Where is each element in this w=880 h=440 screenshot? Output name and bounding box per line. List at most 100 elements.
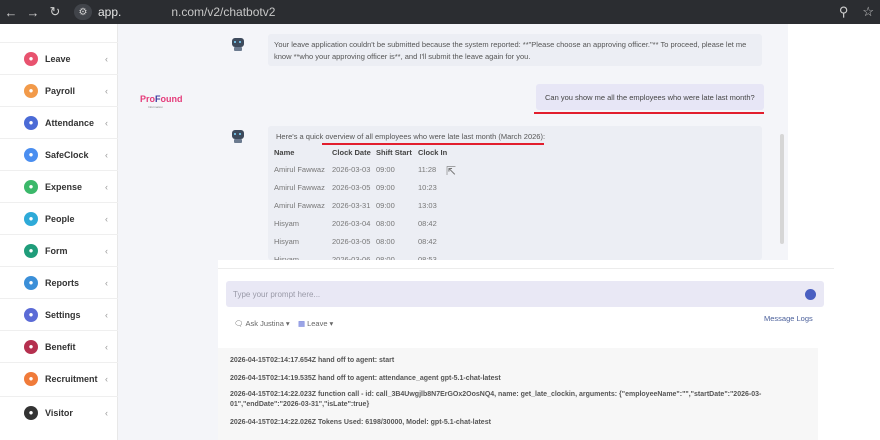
- chevron-left-icon: ‹: [105, 373, 108, 384]
- mouse-cursor-icon: ⇱: [446, 164, 457, 178]
- table-cell: Amirul Fawwaz: [274, 164, 325, 174]
- table-cell: 08:42: [418, 236, 437, 246]
- bookmark-star-icon[interactable]: ☆: [862, 4, 874, 20]
- message-logs-link[interactable]: Message Logs: [764, 314, 813, 323]
- sidebar-item-safeclock[interactable]: ● SafeClock ‹: [0, 138, 118, 170]
- reports-icon: ●: [24, 275, 38, 290]
- table-cell: 13:03: [418, 200, 437, 210]
- chevron-left-icon: ‹: [105, 149, 108, 160]
- leave-icon: ●: [24, 51, 38, 66]
- table-row: Amirul Fawwaz 2026-03-31 09:00 13:03: [274, 196, 458, 214]
- table-cell: Amirul Fawwaz: [274, 182, 325, 192]
- send-button[interactable]: [805, 289, 816, 300]
- table-cell: 2026-03-03: [332, 164, 371, 174]
- table-cell: 2026-03-06: [332, 254, 371, 261]
- chevron-left-icon: ‹: [105, 341, 108, 352]
- scrollbar-thumb[interactable]: [780, 134, 784, 244]
- table-cell: Hisyam: [274, 236, 300, 246]
- sidebar-item-label: People: [45, 213, 75, 224]
- table-cell: 2026-03-04: [332, 218, 371, 228]
- table-cell: 2026-03-05: [332, 236, 371, 246]
- sidebar-item-label: Benefit: [45, 341, 76, 352]
- sidebar-item-leave[interactable]: ● Leave ‹: [0, 42, 118, 74]
- sidebar-item-label: Payroll: [45, 85, 76, 96]
- people-icon: ●: [24, 211, 38, 226]
- table-row: Amirul Fawwaz 2026-03-05 09:00 10:23: [274, 178, 458, 196]
- table-cell: 08:42: [418, 218, 437, 228]
- sidebar-item-label: Leave: [45, 53, 71, 64]
- chevron-left-icon: ‹: [105, 277, 108, 288]
- safeclock-icon: ●: [24, 147, 38, 162]
- sidebar: ● Leave ‹ ● Payroll ‹ ● Attendance ‹ ● SafeClock ‹ ●…: [0, 24, 118, 440]
- sidebar-item-settings[interactable]: ● Settings ‹: [0, 298, 118, 330]
- table-header: Name Clock Date Shift Start Clock In: [274, 147, 448, 157]
- chevron-left-icon: ‹: [105, 245, 108, 256]
- sidebar-item-recruitment[interactable]: ● Recruitment ‹: [0, 362, 118, 394]
- caret-down-icon: ▾: [329, 319, 334, 328]
- chat-scrollbar[interactable]: [778, 24, 788, 260]
- sidebar-item-visitor[interactable]: ● Visitor ‹: [0, 396, 118, 428]
- chat-bubble-icon: 🗨: [234, 319, 244, 328]
- chevron-left-icon: ‹: [105, 85, 108, 96]
- table-cell: 08:53: [418, 254, 437, 261]
- bot-avatar-icon: [230, 128, 246, 144]
- prompt-input[interactable]: [226, 281, 824, 307]
- leave-module-dropdown[interactable]: ▦ Leave ▾: [298, 319, 333, 328]
- highlight-underline: [534, 112, 764, 114]
- address-bar[interactable]: ⚙ app. n.com/v2/chatbotv2: [74, 3, 794, 21]
- sidebar-item-form[interactable]: ● Form ‹: [0, 234, 118, 266]
- sidebar-item-label: Expense: [45, 181, 83, 192]
- forward-icon[interactable]: →: [22, 5, 44, 20]
- sidebar-item-reports[interactable]: ● Reports ‹: [0, 266, 118, 298]
- calendar-icon: ▦: [298, 319, 306, 328]
- settings-icon: ●: [24, 307, 38, 322]
- sidebar-item-people[interactable]: ● People ‹: [0, 202, 118, 234]
- sidebar-item-payroll[interactable]: ● Payroll ‹: [0, 74, 118, 106]
- sidebar-item-attendance[interactable]: ● Attendance ‹: [0, 106, 118, 138]
- reload-icon[interactable]: ↻: [44, 4, 66, 20]
- attendance-icon: ●: [24, 115, 38, 130]
- bot-message: Your leave application couldn't be submi…: [268, 34, 762, 66]
- log-line: 2026-04-15T02:14:22.023Z function call -…: [230, 391, 762, 408]
- url-host: app.: [98, 5, 122, 19]
- table-row: Hisyam 2026-03-05 08:00 08:42: [274, 232, 458, 250]
- log-line: 2026-04-15T02:14:22.026Z Tokens Used: 61…: [230, 419, 491, 426]
- sidebar-item-label: Attendance: [45, 117, 95, 128]
- url-path: n.com/v2/chatbotv2: [171, 5, 276, 19]
- table-cell: 09:00: [376, 200, 395, 210]
- ask-assistant-dropdown[interactable]: 🗨 Ask Justina ▾: [234, 319, 290, 328]
- sidebar-item-label: SafeClock: [45, 149, 89, 160]
- logo-strip: ProFound Information: [118, 24, 218, 440]
- sidebar-item-label: Form: [45, 245, 68, 256]
- chevron-left-icon: ‹: [105, 407, 108, 418]
- table-row: Hisyam 2026-03-06 08:00 08:53: [274, 250, 458, 261]
- zoom-icon[interactable]: ⚲: [839, 4, 849, 20]
- log-line: 2026-04-15T02:14:19.535Z hand off to age…: [230, 375, 501, 382]
- table-row: Amirul Fawwaz 2026-03-03 09:00 11:28: [274, 160, 458, 178]
- table-cell: 2026-03-05: [332, 182, 371, 192]
- table-cell: 2026-03-31: [332, 200, 371, 210]
- sidebar-item-expense[interactable]: ● Expense ‹: [0, 170, 118, 202]
- sidebar-item-label: Reports: [45, 277, 80, 288]
- sidebar-item-benefit[interactable]: ● Benefit ‹: [0, 330, 118, 362]
- late-employees-table: Name Clock Date Shift Start Clock In Ami…: [274, 144, 458, 261]
- user-message: Can you show me all the employees who we…: [536, 84, 764, 110]
- benefit-icon: ●: [24, 339, 38, 354]
- sidebar-item-label: Recruitment: [45, 373, 98, 384]
- caret-down-icon: ▾: [285, 319, 290, 328]
- chevron-left-icon: ‹: [105, 181, 108, 192]
- payroll-icon: ●: [24, 83, 38, 98]
- bot-avatar-icon: [230, 36, 246, 52]
- site-settings-icon[interactable]: ⚙: [74, 4, 92, 20]
- table-cell: 10:23: [418, 182, 437, 192]
- logo-tagline: Information: [148, 105, 164, 109]
- browser-toolbar: ← → ↻ ⚙ app. n.com/v2/chatbotv2 ⚲ ☆: [0, 0, 880, 24]
- composer: 🗨 Ask Justina ▾ ▦ Leave ▾ Message Logs: [218, 268, 834, 340]
- message-logs-panel: 2026-04-15T02:14:17.654Z hand off to age…: [218, 348, 818, 440]
- table-cell: 08:00: [376, 218, 395, 228]
- log-line: 2026-04-15T02:14:17.654Z hand off to age…: [230, 357, 395, 364]
- sidebar-item-label: Visitor: [45, 407, 73, 418]
- table-cell: 09:00: [376, 164, 395, 174]
- back-icon[interactable]: ←: [0, 5, 22, 20]
- chat-thread[interactable]: Your leave application couldn't be submi…: [218, 24, 778, 260]
